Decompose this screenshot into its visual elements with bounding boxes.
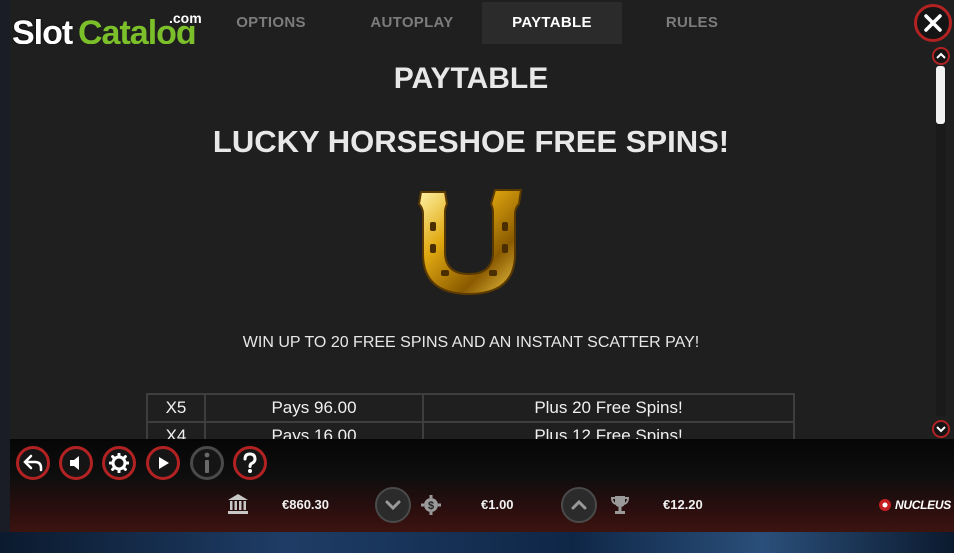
info-icon [204,452,210,473]
help-button[interactable] [233,446,267,480]
sound-button[interactable] [59,446,93,480]
back-button[interactable] [16,446,50,480]
feature-description: WIN UP TO 20 FREE SPINS AND AN INSTANT S… [242,334,700,351]
play-icon [159,457,169,469]
scroll-up-button[interactable] [932,47,950,65]
menu-tabs: OPTIONS AUTOPLAY PAYTABLE RULES [200,2,762,44]
multiplier-cell: X4 [146,421,206,439]
tab-paytable[interactable]: PAYTABLE [482,2,622,44]
nucleus-logo: NUCLEUS [878,498,951,512]
nucleus-logo-icon [879,499,891,511]
win-value: €12.20 [663,497,703,512]
close-button[interactable] [914,4,952,42]
bet-increase-button[interactable] [561,487,597,523]
bank-icon [228,494,248,514]
speaker-icon [70,456,79,470]
logo-com-text: .com [169,10,202,26]
chevron-up-icon [571,500,587,510]
trophy-icon [610,496,630,514]
pays-cell: Pays 96.00 [204,393,424,423]
tab-rules[interactable]: RULES [622,2,762,44]
game-background [0,532,954,553]
bet-decrease-button[interactable] [375,487,411,523]
table-row: X5 Pays 96.00 Plus 20 Free Spins! [146,393,795,423]
chevron-up-icon [936,52,946,59]
info-button[interactable] [190,446,224,480]
help-icon [243,452,257,473]
chevron-down-icon [385,500,401,510]
coin-icon: $ [421,495,441,515]
tab-options[interactable]: OPTIONS [200,2,342,44]
horseshoe-icon [417,189,523,296]
pays-cell: Pays 16.00 [204,421,424,439]
bet-value: €1.00 [481,497,514,512]
scrollbar-thumb[interactable] [936,66,945,124]
paytable-content: PAYTABLE LUCKY HORSESHOE FREE SPINS! WIN… [10,44,934,439]
scroll-down-button[interactable] [932,420,950,438]
gear-icon [109,453,129,473]
close-icon [924,14,942,32]
tab-autoplay[interactable]: AUTOPLAY [342,2,482,44]
page-title: PAYTABLE [393,62,549,95]
bonus-cell: Plus 20 Free Spins! [422,393,795,423]
svg-text:$: $ [428,500,434,512]
autoplay-button[interactable] [146,446,180,480]
settings-button[interactable] [102,446,136,480]
multiplier-cell: X5 [146,393,206,423]
bonus-cell: Plus 12 Free Spins! [422,421,795,439]
section-title: LUCKY HORSESHOE FREE SPINS! [212,124,730,159]
paytable-table: X5 Pays 96.00 Plus 20 Free Spins! X4 Pay… [146,393,795,439]
table-row: X4 Pays 16.00 Plus 12 Free Spins! [146,421,795,439]
balance-value: €860.30 [282,497,329,512]
back-arrow-icon [23,454,43,472]
chevron-down-icon [936,426,946,433]
nucleus-logo-text: NUCLEUS [895,498,951,512]
